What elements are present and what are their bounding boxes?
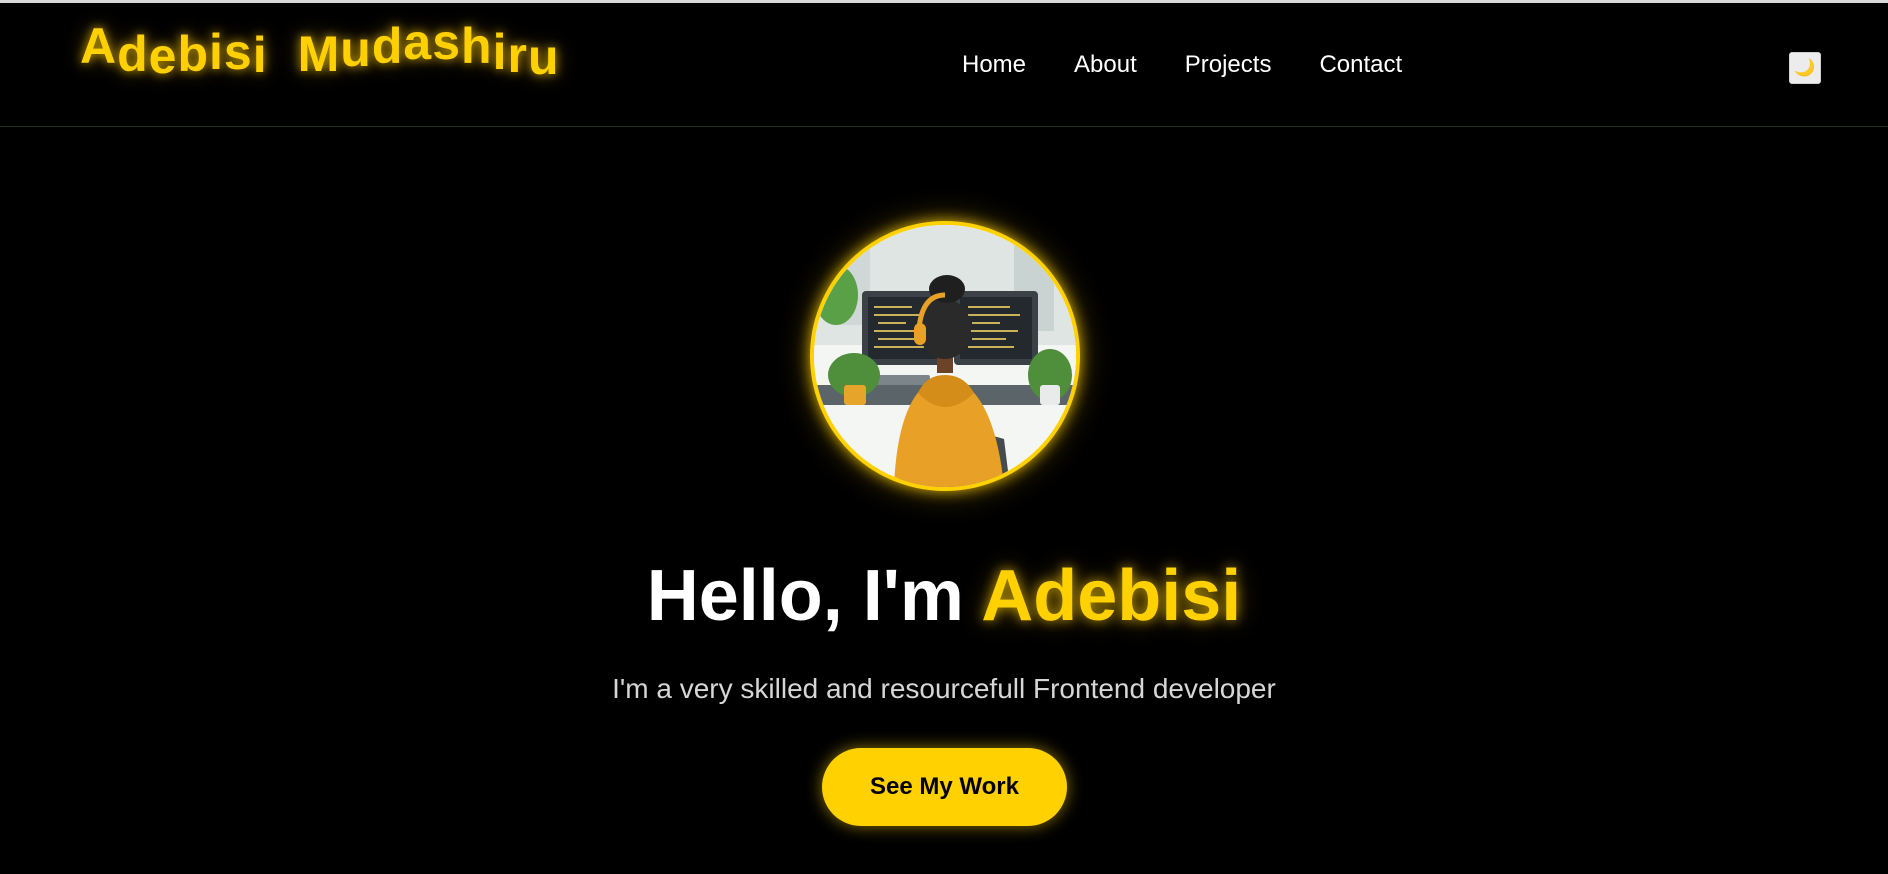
logo-letter: a [403, 14, 433, 70]
hero-subtitle: I'm a very skilled and resourcefull Fron… [612, 673, 1276, 704]
logo-letter: i [209, 24, 224, 80]
nav-contact-link[interactable]: Contact [1319, 51, 1402, 79]
logo-letter: d [117, 26, 149, 82]
logo-letter: r [507, 27, 528, 83]
hero-title-prefix: Hello, I'm [646, 556, 982, 636]
see-my-work-button[interactable]: See My Work [822, 748, 1067, 826]
logo-letter: i [492, 24, 508, 80]
profile-avatar [810, 221, 1080, 491]
logo-first-name: Adebisi [80, 18, 268, 84]
hero-title: Hello, I'm Adebisi [0, 555, 1888, 637]
site-header: Adebisi Mudashiru Home About Projects Con… [0, 3, 1888, 127]
logo-letter: A [80, 18, 118, 74]
logo-letter: s [432, 14, 462, 70]
logo-letter: b [177, 26, 210, 82]
site-logo[interactable]: Adebisi Mudashiru [80, 14, 560, 85]
nav-home-link[interactable]: Home [962, 51, 1026, 79]
developer-illustration [814, 225, 1076, 487]
logo-letter: s [223, 24, 253, 80]
main-nav: Home About Projects Contact [962, 51, 1402, 79]
logo-letter: h [461, 18, 493, 74]
logo-last-name: Mudashiru [297, 14, 560, 85]
nav-projects-link[interactable]: Projects [1185, 51, 1272, 79]
logo-letter: i [252, 27, 268, 83]
logo-letter: M [297, 26, 341, 82]
hero-title-name: Adebisi [981, 556, 1242, 636]
nav-about-link[interactable]: About [1074, 51, 1137, 79]
logo-letter: d [371, 18, 404, 74]
theme-toggle-button[interactable]: 🌙 [1789, 52, 1821, 84]
moon-icon: 🌙 [1794, 58, 1816, 77]
logo-letter: e [148, 28, 178, 84]
logo-letter: u [527, 29, 560, 85]
logo-letter: u [340, 21, 372, 77]
